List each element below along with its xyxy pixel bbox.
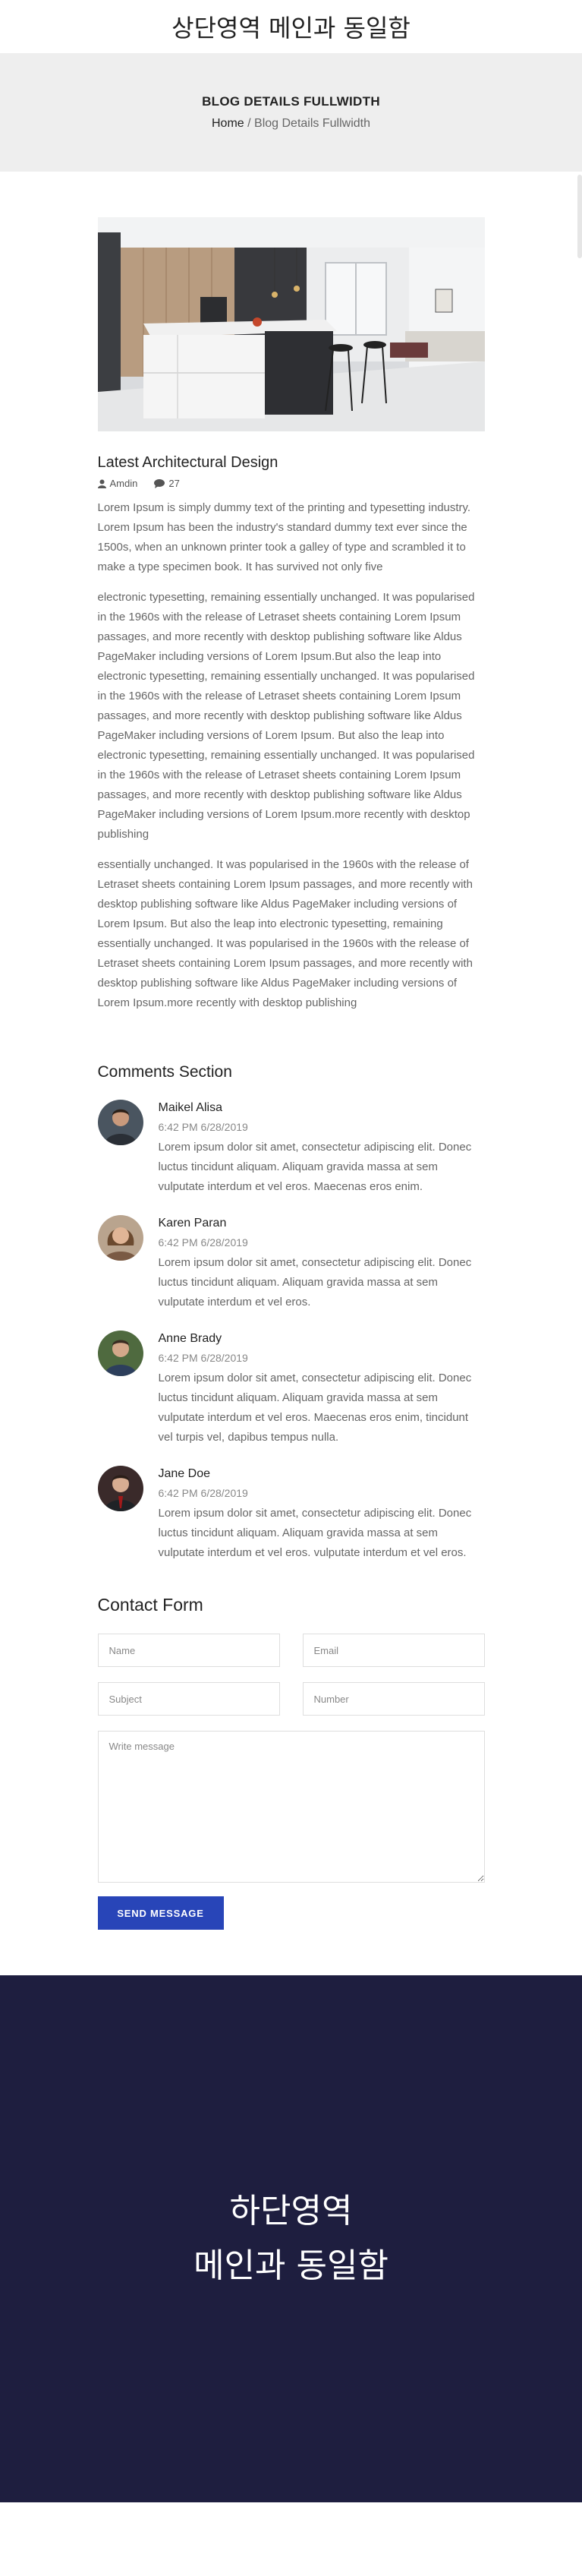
comment-date: 6:42 PM 6/28/2019: [158, 1121, 248, 1133]
post-paragraph: Lorem Ipsum is simply dummy text of the …: [97, 501, 471, 573]
post-title[interactable]: Latest Architectural Design: [98, 454, 485, 472]
comment-item: Maikel Alisa 6:42 PM 6/28/2019 Lorem ips…: [97, 1100, 485, 1197]
main-content: Latest Architectural Design Amdin 27 Lor…: [97, 172, 485, 1930]
page-banner: BLOG DETAILS FULLWIDTH Home / Blog Detai…: [0, 53, 582, 172]
comment-item: Karen Paran 6:42 PM 6/28/2019 Lorem ipsu…: [97, 1215, 485, 1312]
breadcrumb-home-link[interactable]: Home: [212, 117, 244, 130]
breadcrumb: Home / Blog Details Fullwidth: [212, 117, 370, 131]
avatar: [97, 1331, 143, 1376]
user-icon: [97, 479, 106, 488]
contact-form-title: Contact Form: [97, 1595, 203, 1615]
post-author-name: Amdin: [109, 478, 138, 489]
comment-date: 6:42 PM 6/28/2019: [158, 1352, 248, 1364]
comment-author: Maikel Alisa: [158, 1101, 222, 1114]
top-header: 상단영역 메인과 동일함: [0, 0, 582, 53]
comment-text: Lorem ipsum dolor sit amet, consectetur …: [158, 1141, 472, 1193]
banner-title: BLOG DETAILS FULLWIDTH: [202, 94, 380, 109]
avatar: [97, 1215, 143, 1261]
message-field[interactable]: [97, 1731, 485, 1883]
comment-author: Karen Paran: [158, 1217, 227, 1230]
comment-icon: [154, 478, 165, 488]
kitchen-interior-photo-icon: [97, 217, 485, 431]
avatar: [97, 1466, 143, 1511]
person-avatar-icon: [97, 1100, 143, 1145]
comment-text: Lorem ipsum dolor sit amet, consectetur …: [158, 1372, 472, 1444]
footer-line-2: 메인과 동일함: [193, 2246, 389, 2285]
person-avatar-icon: [97, 1215, 143, 1261]
scrollbar[interactable]: [577, 175, 582, 258]
name-field[interactable]: [97, 1634, 280, 1667]
post-featured-image: [97, 217, 485, 431]
footer-title: 하단영역 메인과 동일함: [193, 2184, 389, 2293]
comments-count-value: 27: [168, 478, 180, 489]
footer-line-1: 하단영역: [229, 2192, 353, 2230]
contact-form: Contact Form SEND MESSAGE: [97, 1595, 485, 1930]
email-field[interactable]: [302, 1634, 485, 1667]
comment-text: Lorem ipsum dolor sit amet, consectetur …: [158, 1507, 472, 1559]
comment-date: 6:42 PM 6/28/2019: [158, 1487, 248, 1499]
comments-section-title: Comments Section: [97, 1063, 232, 1081]
breadcrumb-separator: /: [244, 117, 255, 130]
breadcrumb-current: Blog Details Fullwidth: [254, 117, 370, 130]
number-field[interactable]: [302, 1682, 485, 1716]
comments-section: Comments Section Maikel Alisa 6:42 PM 6/…: [97, 1063, 485, 1563]
comment-item: Anne Brady 6:42 PM 6/28/2019 Lorem ipsum…: [97, 1331, 485, 1447]
comment-author: Jane Doe: [158, 1467, 211, 1480]
comment-item: Jane Doe 6:42 PM 6/28/2019 Lorem ipsum d…: [97, 1466, 485, 1563]
footer: 하단영역 메인과 동일함: [0, 1975, 582, 2502]
post-author[interactable]: Amdin: [97, 478, 138, 489]
post-meta: Amdin 27: [97, 478, 485, 489]
subject-field[interactable]: [97, 1682, 280, 1716]
post-comments-count[interactable]: 27: [154, 478, 180, 489]
header-title: 상단영역 메인과 동일함: [171, 14, 411, 43]
post-paragraph: electronic typesetting, remaining essent…: [97, 591, 475, 841]
comment-date: 6:42 PM 6/28/2019: [158, 1236, 248, 1249]
comment-text: Lorem ipsum dolor sit amet, consectetur …: [158, 1256, 472, 1309]
person-avatar-icon: [97, 1466, 143, 1511]
avatar: [97, 1100, 143, 1145]
post-body: Lorem Ipsum is simply dummy text of the …: [98, 498, 485, 1013]
post-paragraph: essentially unchanged. It was popularise…: [97, 858, 473, 1009]
send-message-button[interactable]: SEND MESSAGE: [97, 1896, 224, 1930]
comment-author: Anne Brady: [158, 1332, 222, 1345]
person-avatar-icon: [97, 1331, 143, 1376]
